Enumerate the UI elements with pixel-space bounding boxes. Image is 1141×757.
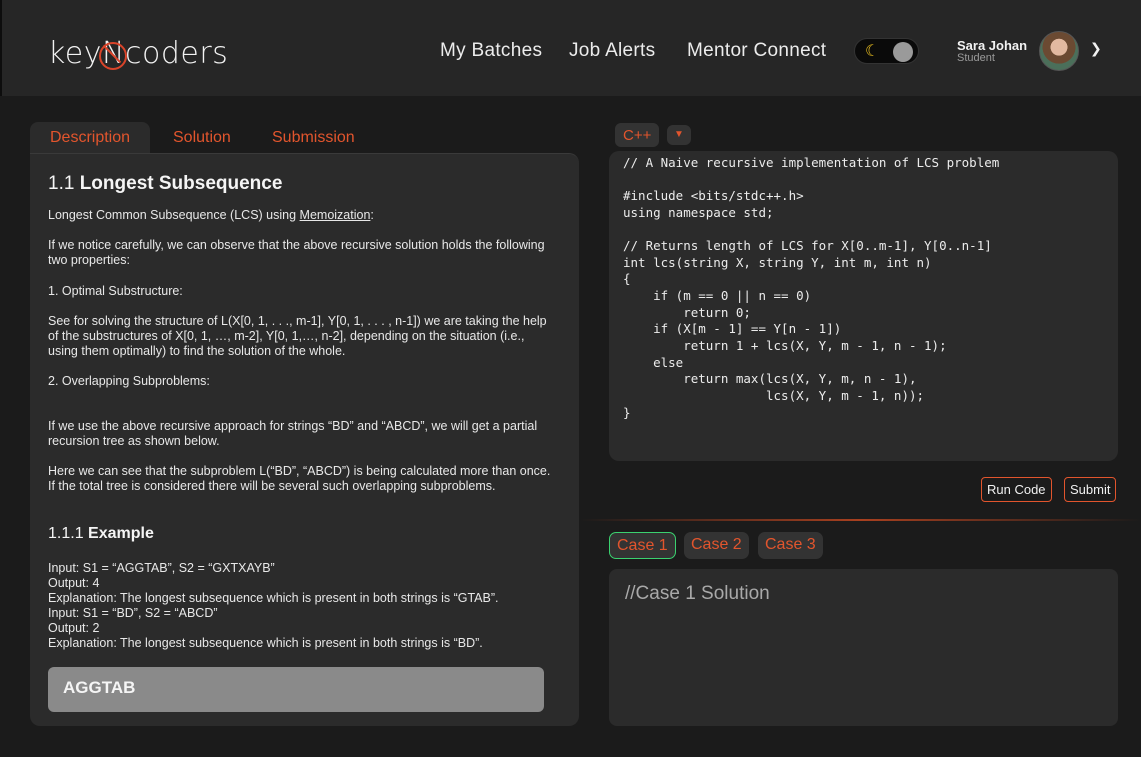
answer-box[interactable]: AGGTAB <box>48 667 544 712</box>
code-line: return 0; <box>623 305 751 320</box>
code-line: } <box>623 405 631 420</box>
logo-text-post: coders <box>124 36 229 71</box>
problem-title: 1.1 Longest Subsequence <box>48 173 282 195</box>
tab-description[interactable]: Description <box>30 122 151 154</box>
chevron-down-icon[interactable]: ▼ <box>667 125 691 145</box>
example-number: 1.1.1 <box>48 525 84 542</box>
top-header: keyNcoders My Batches Job Alerts Mentor … <box>0 0 1141 96</box>
example-line: Output: 4 <box>48 576 100 590</box>
code-line: { <box>623 271 631 286</box>
example-line: Input: S1 = “AGGTAB”, S2 = “GXTXAYB” <box>48 561 275 575</box>
paragraph-substructure-detail: See for solving the structure of L(X[0, … <box>48 314 547 358</box>
run-code-button[interactable]: Run Code <box>981 477 1052 502</box>
case-output-text: //Case 1 Solution <box>625 583 770 604</box>
theme-toggle[interactable]: ☾ <box>854 38 919 64</box>
example-title: Example <box>88 525 154 542</box>
nav-mentor-connect[interactable]: Mentor Connect <box>687 40 826 62</box>
code-line: if (X[m - 1] == Y[n - 1]) <box>623 321 842 336</box>
code-line: int lcs(string X, string Y, int m, int n… <box>623 255 932 270</box>
paragraph-optimal-substructure: 1. Optimal Substructure: <box>48 284 183 298</box>
moon-icon: ☾ <box>865 43 880 60</box>
avatar[interactable] <box>1039 31 1079 71</box>
code-line: return max(lcs(X, Y, m, n - 1), <box>623 371 917 386</box>
example-line: Explanation: The longest subsequence whi… <box>48 636 483 650</box>
nav-my-batches[interactable]: My Batches <box>440 40 542 62</box>
intro-suffix: : <box>370 208 374 222</box>
paragraph-overlapping: 2. Overlapping Subproblems: <box>48 374 210 388</box>
problem-title-text: Longest Subsequence <box>79 173 283 194</box>
nav-job-alerts[interactable]: Job Alerts <box>569 40 655 62</box>
code-line: return 1 + lcs(X, Y, m - 1, n - 1); <box>623 338 947 353</box>
toggle-knob <box>893 42 913 62</box>
logo-text-pre: key <box>48 36 103 71</box>
intro-prefix: Longest Common Subsequence (LCS) using <box>48 208 300 222</box>
chevron-down-icon[interactable]: ❯ <box>1090 40 1102 57</box>
example-heading: 1.1.1 Example <box>48 525 154 543</box>
code-line: // Returns length of LCS for X[0..m-1], … <box>623 238 992 253</box>
keyncoders-logo[interactable]: keyNcoders <box>48 36 228 71</box>
example-line: Output: 2 <box>48 621 100 635</box>
submit-button[interactable]: Submit <box>1064 477 1117 502</box>
tab-submission[interactable]: Submission <box>252 122 375 154</box>
paragraph-recursion-tree: If we use the above recursive approach f… <box>48 419 538 448</box>
code-line: #include <bits/stdc++.h> <box>623 188 804 203</box>
tab-solution[interactable]: Solution <box>153 122 251 154</box>
code-line: else <box>623 355 684 370</box>
memoization-link[interactable]: Memoization <box>300 208 371 222</box>
user-role: Student <box>957 52 995 64</box>
logo-n-mark: N <box>99 36 127 71</box>
case-3-tab[interactable]: Case 3 <box>758 532 823 559</box>
panel-divider[interactable] <box>580 519 1141 521</box>
problem-number: 1.1 <box>48 173 75 194</box>
example-line: Explanation: The longest subsequence whi… <box>48 591 499 605</box>
code-line: lcs(X, Y, m - 1, n)); <box>623 388 925 403</box>
case-1-tab[interactable]: Case 1 <box>609 532 676 559</box>
intro-paragraph: Longest Common Subsequence (LCS) using M… <box>48 208 553 223</box>
user-name: Sara Johan <box>957 38 1028 53</box>
case-2-tab[interactable]: Case 2 <box>684 532 749 559</box>
paragraph-properties: If we notice carefully, we can observe t… <box>48 238 545 267</box>
code-line: // A Naive recursive implementation of L… <box>623 155 1000 170</box>
code-line: using namespace std; <box>623 205 774 220</box>
language-select[interactable]: C++ <box>615 123 660 147</box>
paragraph-subproblem: Here we can see that the subproblem L(“B… <box>48 464 551 493</box>
code-line: if (m == 0 || n == 0) <box>623 288 812 303</box>
example-line: Input: S1 = “BD”, S2 = “ABCD” <box>48 606 218 620</box>
